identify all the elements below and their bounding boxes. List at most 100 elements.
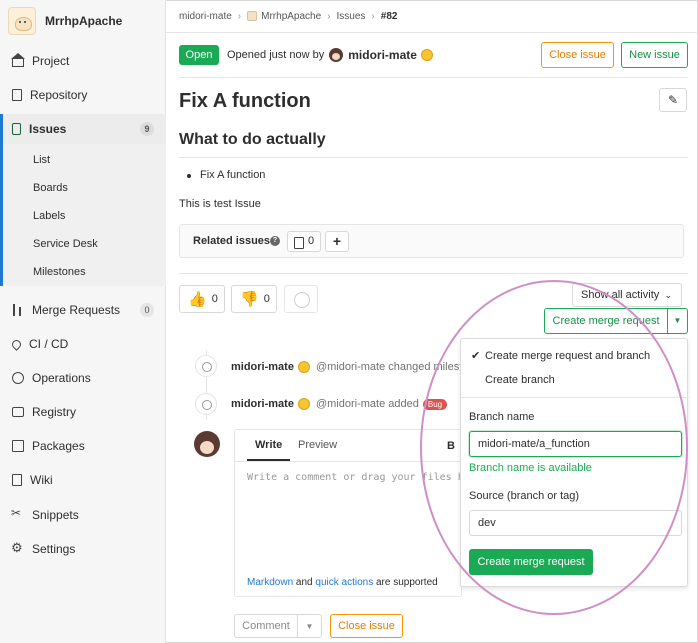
sidebar-item-label: Snippets	[32, 508, 79, 522]
markdown-link[interactable]: Markdown	[247, 577, 293, 588]
source-input[interactable]: dev	[469, 510, 682, 536]
sidebar-item-ci-cd[interactable]: CI / CD	[0, 329, 166, 359]
create-merge-request-button[interactable]: Create merge request	[544, 308, 668, 334]
create-merge-request-submit[interactable]: Create merge request	[469, 549, 593, 575]
sidebar-item-issues[interactable]: Issues 9	[0, 114, 166, 144]
checkmark-icon: ✔	[471, 350, 481, 362]
comment-form: Write Preview B Write a comment or drag …	[234, 429, 462, 597]
edit-button[interactable]: ✎	[659, 88, 687, 112]
document-icon	[12, 89, 22, 101]
pencil-icon: ✎	[667, 93, 679, 107]
tab-write[interactable]: Write	[255, 439, 282, 451]
award-count: 0	[211, 293, 218, 305]
merge-request-icon	[12, 304, 24, 316]
quick-actions-link[interactable]: quick actions	[315, 577, 373, 588]
related-issues-count: 0	[287, 231, 321, 252]
breadcrumb-section[interactable]: Issues	[337, 11, 366, 22]
sidebar-item-label: Settings	[32, 542, 76, 556]
create-merge-request-dropdown-toggle[interactable]: ▼	[667, 308, 688, 334]
current-user-avatar[interactable]	[194, 431, 220, 457]
meta-divider	[179, 77, 688, 78]
option-create-branch[interactable]: Create branch	[485, 374, 555, 386]
note-author[interactable]: midori-mate	[231, 398, 294, 410]
comment-type-toggle[interactable]: ▼	[297, 614, 322, 638]
status-emoji-icon	[420, 49, 433, 61]
related-issues-label: Related issues	[193, 235, 271, 247]
thumbs-up-icon: 👍	[188, 291, 207, 308]
comment-button[interactable]: Comment	[234, 614, 298, 638]
sidebar-item-snippets[interactable]: Snippets	[0, 500, 166, 530]
active-tab-indicator	[247, 459, 290, 461]
dropdown-divider	[461, 397, 689, 398]
subnav-item-service-desk[interactable]: Service Desk	[33, 234, 98, 254]
project-avatar	[8, 7, 36, 35]
sidebar: MrrhpApache Project Repository Issues 9 …	[0, 0, 166, 643]
sidebar-item-repository[interactable]: Repository	[0, 80, 166, 110]
caret-down-icon: ▼	[305, 622, 314, 631]
help-icon[interactable]: ?	[270, 236, 280, 246]
sidebar-item-packages[interactable]: Packages	[0, 431, 166, 461]
sidebar-item-label: Registry	[32, 405, 77, 419]
heading-divider	[179, 157, 688, 158]
bug-label-badge[interactable]: Bug	[422, 398, 448, 410]
subnav-item-labels[interactable]: Labels	[33, 206, 65, 226]
sidebar-item-operations[interactable]: Operations	[0, 363, 166, 393]
branch-availability-message: Branch name is available	[469, 462, 592, 474]
thumbs-up-award[interactable]: 👍 0	[179, 285, 225, 313]
breadcrumb-group[interactable]: midori-mate	[179, 11, 232, 22]
status-emoji-icon	[297, 398, 310, 410]
show-all-activity-label: Show all activity	[581, 289, 660, 301]
option-create-mr-and-branch[interactable]: Create merge request and branch	[485, 350, 650, 362]
breadcrumb-project[interactable]: MrrhpApache	[261, 11, 321, 22]
timeline-note: midori-mate @midori-mate added Bug	[231, 398, 448, 410]
sidebar-item-label: Operations	[32, 371, 91, 385]
project-name: MrrhpApache	[45, 14, 123, 28]
list-item-text: Fix A function	[200, 169, 266, 181]
status-badge: Open	[179, 45, 219, 65]
description-list-item: Fix A function	[187, 169, 265, 181]
comment-textarea[interactable]: Write a comment or drag your files h	[247, 472, 461, 483]
chevron-right-icon: ›	[237, 10, 242, 22]
scissors-icon	[11, 506, 24, 521]
cloud-icon	[12, 372, 24, 384]
subnav-item-milestones[interactable]: Milestones	[33, 262, 86, 282]
new-issue-button[interactable]: New issue	[621, 42, 688, 68]
sidebar-item-label: Repository	[30, 88, 88, 102]
sidebar-item-label: CI / CD	[29, 337, 69, 351]
close-issue-button[interactable]: Close issue	[541, 42, 614, 68]
project-brand[interactable]: MrrhpApache	[8, 7, 122, 35]
related-issues-panel: Related issues ? 0 +	[179, 224, 684, 258]
sidebar-item-registry[interactable]: Registry	[0, 397, 166, 427]
home-icon	[11, 53, 25, 67]
sidebar-item-wiki[interactable]: Wiki	[0, 465, 166, 495]
footer-rest: are supported	[375, 577, 438, 588]
thumbs-down-icon: 👎	[240, 291, 259, 308]
subnav-item-boards[interactable]: Boards	[33, 178, 68, 198]
tag-icon	[195, 393, 217, 415]
thumbs-down-award[interactable]: 👎 0	[231, 285, 277, 313]
breadcrumb-current[interactable]: #82	[381, 11, 398, 22]
description-heading: What to do actually	[179, 131, 326, 148]
sidebar-item-settings[interactable]: Settings	[0, 534, 166, 564]
author-name[interactable]: midori-mate	[348, 48, 417, 62]
chevron-down-icon: ⌄	[664, 290, 672, 300]
add-related-issue-button[interactable]: +	[325, 231, 349, 252]
sidebar-item-project[interactable]: Project	[0, 46, 166, 76]
bold-button[interactable]: B	[447, 440, 455, 452]
description-paragraph: This is test Issue	[179, 198, 261, 210]
clock-icon	[195, 355, 217, 377]
status-emoji-icon	[297, 361, 310, 373]
sidebar-item-merge-requests[interactable]: Merge Requests 0	[0, 295, 166, 325]
close-issue-bottom-button[interactable]: Close issue	[330, 614, 403, 638]
subnav-item-list[interactable]: List	[33, 150, 50, 170]
sidebar-item-label: Issues	[29, 122, 67, 136]
caret-down-icon: ▼	[673, 316, 682, 325]
note-author[interactable]: midori-mate	[231, 361, 294, 373]
opened-text: Opened just now by	[227, 49, 325, 61]
source-label: Source (branch or tag)	[469, 490, 580, 502]
add-reaction-button[interactable]	[284, 285, 318, 313]
author-avatar[interactable]	[329, 48, 344, 62]
branch-name-input[interactable]: midori-mate/a_function	[469, 431, 682, 457]
tab-preview[interactable]: Preview	[298, 439, 337, 451]
show-all-activity-dropdown[interactable]: Show all activity ⌄	[572, 283, 682, 307]
